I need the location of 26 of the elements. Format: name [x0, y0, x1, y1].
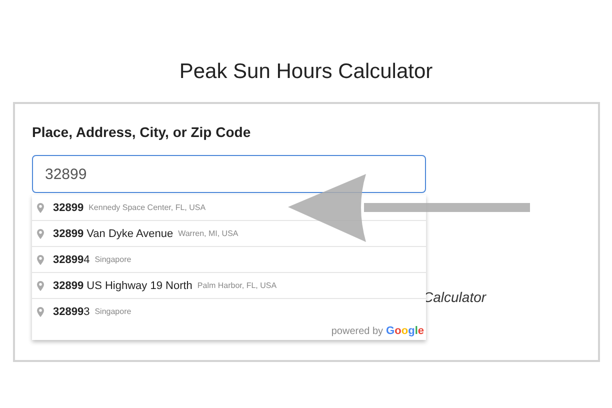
suggestion-main: 328993 — [53, 306, 90, 318]
page-title: Peak Sun Hours Calculator — [179, 59, 433, 85]
suggestion-detail: Kennedy Space Center, FL, USA — [88, 203, 206, 212]
suggestion-item[interactable]: 32899 US Highway 19 North Palm Harbor, FL, USA — [32, 272, 426, 298]
field-label: Place, Address, City, or Zip Code — [32, 124, 251, 140]
suggestion-detail: Singapore — [94, 255, 132, 264]
brand-logo: Google — [386, 325, 424, 337]
arrow-icon — [286, 172, 532, 244]
suggestion-item[interactable]: 328993 Singapore — [32, 298, 426, 324]
suggestion-detail: Warren, MI, USA — [178, 229, 238, 238]
pin-icon — [37, 202, 44, 212]
suggestion-detail: Singapore — [94, 307, 132, 316]
suggestion-detail: Palm Harbor, FL, USA — [197, 281, 277, 290]
suggestion-main: 328994 — [53, 254, 90, 266]
location-input[interactable]: 32899 — [32, 155, 426, 193]
pin-icon — [37, 254, 44, 264]
suggestion-item[interactable]: 328994 Singapore — [32, 246, 426, 272]
pin-icon — [37, 306, 44, 316]
suggestion-main: 32899 Van Dyke Avenue — [53, 228, 174, 240]
suggestion-main: 32899 — [53, 202, 84, 214]
attribution-text: powered by — [331, 326, 384, 336]
partial-heading: Calculator — [423, 289, 486, 305]
pin-icon — [37, 228, 44, 238]
suggestion-item[interactable]: 32899 Kennedy Space Center, FL, USA — [32, 195, 426, 220]
pin-icon — [37, 280, 44, 290]
suggestion-main: 32899 US Highway 19 North — [53, 280, 192, 292]
